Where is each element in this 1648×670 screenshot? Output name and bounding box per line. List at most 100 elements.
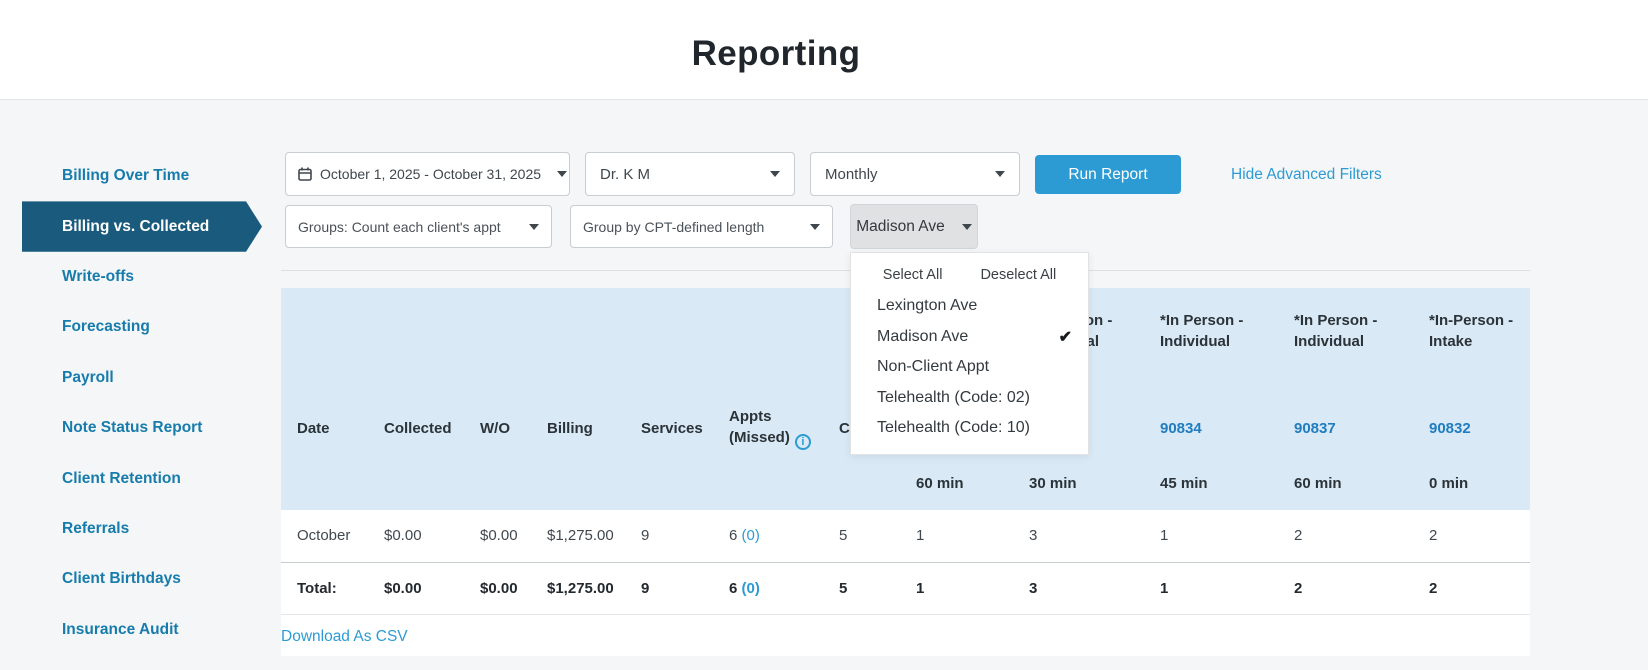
clinician-select[interactable]: Dr. K M	[585, 152, 795, 196]
location-button-label: Madison Ave	[856, 217, 945, 235]
cell-services: 9	[625, 510, 713, 562]
cpt-code-link-4[interactable]: 90837	[1294, 420, 1336, 437]
option-label: Telehealth (Code: 02)	[877, 388, 1030, 406]
sidebar-item-forecasting[interactable]: Forecasting	[22, 302, 262, 352]
duration-cpt-4: 60 min	[1278, 456, 1413, 510]
groups-value: Groups: Count each client's appt	[298, 218, 501, 235]
report-sidebar: Billing Over Time Billing vs. Collected …	[22, 151, 262, 655]
deselect-all-link[interactable]: Deselect All	[980, 267, 1056, 283]
sidebar-item-note-status-report[interactable]: Note Status Report	[22, 403, 262, 453]
table-duration-row: 60 min 30 min 45 min 60 min 0 min	[281, 456, 1530, 510]
sidebar-item-label: Referrals	[62, 519, 130, 537]
location-filter-button[interactable]: Madison Ave	[850, 204, 978, 249]
check-icon: ✔	[1058, 328, 1072, 346]
total-clients: 5	[823, 561, 900, 615]
sidebar-item-label: Billing vs. Collected	[62, 217, 210, 235]
sidebar-item-insurance-audit[interactable]: Insurance Audit	[22, 605, 262, 655]
duration-cpt-5: 0 min	[1413, 456, 1530, 510]
column-header-collected: Collected	[368, 400, 464, 456]
duration-cpt-3: 45 min	[1144, 456, 1278, 510]
missed-count: (0)	[741, 579, 760, 597]
top-bar: Reporting	[0, 0, 1648, 100]
location-dropdown-panel: Select All Deselect All Lexington Ave Ma…	[850, 252, 1089, 455]
cpt-code-link-5[interactable]: 90832	[1429, 420, 1471, 437]
total-cpt-3: 1	[1144, 561, 1278, 615]
location-option-telehealth-02[interactable]: Telehealth (Code: 02)	[851, 383, 1088, 414]
hide-advanced-filters-link[interactable]: Hide Advanced Filters	[1231, 166, 1382, 184]
chevron-down-icon	[770, 171, 780, 177]
table-row-october: October $0.00 $0.00 $1,275.00 9 6 (0) 5 …	[281, 510, 1530, 562]
sidebar-item-write-offs[interactable]: Write-offs	[22, 252, 262, 302]
sidebar-item-label: Forecasting	[62, 318, 150, 336]
location-option-lexington-ave[interactable]: Lexington Ave	[851, 291, 1088, 322]
period-select[interactable]: Monthly	[810, 152, 1020, 196]
sidebar-item-referrals[interactable]: Referrals	[22, 504, 262, 554]
sidebar-item-label: Note Status Report	[62, 419, 203, 437]
option-label: Madison Ave	[877, 327, 969, 345]
sidebar-item-label: Billing Over Time	[62, 167, 190, 185]
total-cpt-2: 3	[1013, 561, 1144, 615]
sidebar-item-payroll[interactable]: Payroll	[22, 353, 262, 403]
total-appts: 6 (0)	[713, 561, 823, 615]
duration-cpt-1: 60 min	[900, 456, 1013, 510]
cpt-code-link-3[interactable]: 90834	[1160, 420, 1202, 437]
chevron-down-icon	[529, 223, 539, 230]
cell-cpt-1: 1	[900, 510, 1013, 562]
info-icon[interactable]: i	[794, 434, 811, 451]
sidebar-item-label: Insurance Audit	[62, 620, 179, 638]
table-row-total: Total: $0.00 $0.00 $1,275.00 9 6 (0) 5 1…	[281, 561, 1530, 615]
cell-collected: $0.00	[368, 510, 464, 562]
sidebar-item-billing-vs-collected[interactable]: Billing vs. Collected	[22, 201, 262, 251]
location-option-non-client-appt[interactable]: Non-Client Appt	[851, 352, 1088, 383]
chevron-down-icon	[995, 171, 1005, 177]
total-label: Total:	[281, 561, 368, 615]
total-services: 9	[625, 561, 713, 615]
period-value: Monthly	[825, 165, 878, 183]
cell-appts: 6 (0)	[713, 510, 823, 562]
missed-count: (0)	[741, 527, 760, 545]
chevron-down-icon	[810, 223, 820, 230]
total-cpt-4: 2	[1278, 561, 1413, 615]
total-wo: $0.00	[464, 561, 531, 615]
location-option-madison-ave[interactable]: Madison Ave ✔	[851, 322, 1088, 353]
sidebar-item-label: Write-offs	[62, 267, 135, 285]
page-title: Reporting	[691, 34, 861, 73]
sidebar-item-client-retention[interactable]: Client Retention	[22, 453, 262, 503]
column-header-appts-missed: Appts (Missed) i	[713, 400, 823, 456]
chevron-down-icon	[557, 171, 568, 177]
cell-date: October	[281, 510, 368, 562]
sidebar-item-client-birthdays[interactable]: Client Birthdays	[22, 554, 262, 604]
select-all-link[interactable]: Select All	[883, 267, 943, 283]
sidebar-item-label: Client Retention	[62, 469, 181, 487]
cell-cpt-5: 2	[1413, 510, 1530, 562]
cell-clients: 5	[823, 510, 900, 562]
cell-wo: $0.00	[464, 510, 531, 562]
column-header-billing: Billing	[531, 400, 625, 456]
download-csv-link[interactable]: Download As CSV	[281, 628, 408, 646]
location-dropdown-header: Select All Deselect All	[851, 253, 1088, 291]
total-cpt-5: 2	[1413, 561, 1530, 615]
date-range-picker[interactable]: October 1, 2025 - October 31, 2025	[285, 152, 570, 196]
location-option-telehealth-10[interactable]: Telehealth (Code: 10)	[851, 413, 1088, 444]
duration-cpt-2: 30 min	[1013, 456, 1144, 510]
column-title-cpt-5: *In-Person - Intake	[1429, 312, 1514, 350]
groups-select[interactable]: Groups: Count each client's appt	[285, 205, 552, 248]
date-range-value: October 1, 2025 - October 31, 2025	[320, 166, 542, 182]
reporting-page: Reporting Billing Over Time Billing vs. …	[0, 0, 1648, 670]
sidebar-item-billing-over-time[interactable]: Billing Over Time	[22, 151, 262, 201]
sidebar-item-label: Payroll	[62, 368, 114, 386]
column-title-cpt-3: *In Person - Individual	[1160, 312, 1244, 350]
group-by-length-select[interactable]: Group by CPT-defined length	[570, 205, 833, 248]
run-report-button[interactable]: Run Report	[1035, 155, 1181, 194]
column-header-date: Date	[281, 400, 368, 456]
total-billing: $1,275.00	[531, 561, 625, 615]
cell-billing: $1,275.00	[531, 510, 625, 562]
column-header-services: Services	[625, 400, 713, 456]
column-header-wo: W/O	[464, 400, 531, 456]
cell-cpt-3: 1	[1144, 510, 1278, 562]
option-label: Telehealth (Code: 10)	[877, 419, 1030, 437]
option-label: Lexington Ave	[877, 297, 978, 315]
group-by-value: Group by CPT-defined length	[583, 218, 765, 235]
total-cpt-1: 1	[900, 561, 1013, 615]
option-label: Non-Client Appt	[877, 358, 990, 376]
